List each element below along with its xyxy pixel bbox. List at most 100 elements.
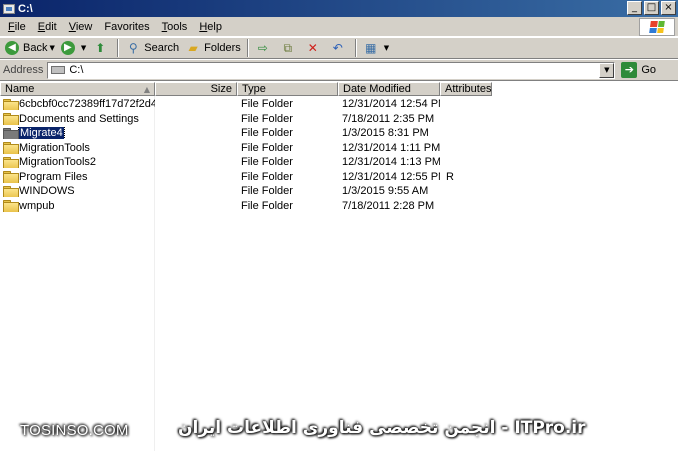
type-cell: File Folder <box>241 199 293 212</box>
search-icon: ⚲ <box>128 41 138 55</box>
column-header-size[interactable]: Size <box>155 82 237 96</box>
date-cell: 12/31/2014 12:55 PM <box>342 170 440 183</box>
menu-bar: File Edit View Favorites Tools Help <box>0 17 678 37</box>
menu-tools-label: ools <box>167 20 188 33</box>
address-dropdown-icon[interactable]: ▼ <box>599 62 615 78</box>
forward-icon: ▶ <box>60 41 75 55</box>
drive-icon <box>51 66 66 74</box>
column-header-name-label: Name <box>5 83 35 95</box>
column-header-date-modified[interactable]: Date Modified <box>338 82 440 96</box>
table-row[interactable]: wmpub File Folder 7/18/2011 2:28 PM <box>0 199 492 214</box>
table-row[interactable]: 6cbcbf0cc72389ff17d72f2d46 File Folder 1… <box>0 97 492 112</box>
views-icon: ▦ <box>365 41 377 55</box>
back-icon: ◀ <box>5 41 19 55</box>
watermark-tosinso: TOSINSO.COM <box>20 422 129 439</box>
folder-icon <box>3 156 19 169</box>
go-label: Go <box>641 64 657 76</box>
menu-favorites-label: Favorites <box>104 20 150 33</box>
name-cell: Program Files <box>0 171 155 183</box>
menu-help[interactable]: Help <box>193 21 228 33</box>
address-label: Address <box>3 64 44 76</box>
name-cell: MigrationTools <box>0 142 155 154</box>
type-cell: File Folder <box>241 170 293 183</box>
menu-file-accel: F <box>8 20 15 33</box>
go-button[interactable]: ➔ Go <box>621 62 656 78</box>
date-cell: 1/3/2015 9:55 AM <box>342 185 429 198</box>
file-name: 6cbcbf0cc72389ff17d72f2d46 <box>19 98 155 111</box>
file-list-view[interactable]: Name ▲ Size Type Date Modified Attribute… <box>0 80 678 451</box>
sort-ascending-icon: ▲ <box>143 85 150 94</box>
title-bar[interactable]: C:\ _ □ × <box>0 0 678 17</box>
undo-icon: ↶ <box>332 41 343 55</box>
views-dropdown-icon[interactable]: ▼ <box>384 44 389 52</box>
forward-button[interactable]: ▶ ▼ <box>58 38 89 58</box>
undo-button[interactable]: ↶ <box>327 38 352 58</box>
go-arrow-icon: ➔ <box>621 62 638 78</box>
toolbar-separator <box>117 39 120 57</box>
folder-icon <box>3 185 19 198</box>
date-cell: 12/31/2014 12:54 PM <box>342 98 440 111</box>
menu-help-label: elp <box>207 20 222 33</box>
move-to-button[interactable]: ⇨ <box>252 38 277 58</box>
table-row-selected[interactable]: Migrate4 File Folder 1/3/2015 8:31 PM <box>0 126 492 141</box>
up-button[interactable]: ⬆ <box>89 38 114 58</box>
back-dropdown-icon[interactable]: ▼ <box>49 44 54 52</box>
column-header-attributes[interactable]: Attributes <box>440 82 492 96</box>
windows-logo-icon <box>639 18 675 36</box>
back-button[interactable]: ◀ Back ▼ <box>2 38 58 58</box>
folder-icon <box>3 171 19 183</box>
file-name: Migrate4 <box>18 127 65 140</box>
menu-edit-label: dit <box>45 20 57 33</box>
file-name: WINDOWS <box>19 185 75 198</box>
window-title: C:\ <box>18 2 33 15</box>
copy-to-button[interactable]: ⧉ <box>277 38 302 58</box>
menu-favorites[interactable]: Favorites <box>98 21 155 33</box>
address-input[interactable]: C:\ ▼ <box>47 61 616 79</box>
name-cell: Migrate4 <box>0 127 155 140</box>
date-cell: 7/18/2011 2:28 PM <box>342 199 435 212</box>
date-cell: 12/31/2014 1:13 PM <box>342 156 440 169</box>
column-header-type[interactable]: Type <box>237 82 338 96</box>
delete-button[interactable]: ✕ <box>302 38 327 58</box>
file-rows: 6cbcbf0cc72389ff17d72f2d46 File Folder 1… <box>0 97 492 213</box>
column-header-name[interactable]: Name ▲ <box>0 82 155 96</box>
folder-icon <box>3 113 19 125</box>
menu-file[interactable]: File <box>2 21 32 33</box>
search-button[interactable]: ⚲ Search <box>122 38 182 58</box>
type-cell: File Folder <box>241 141 293 154</box>
table-row[interactable]: Documents and Settings File Folder 7/18/… <box>0 112 492 127</box>
window-controls: _ □ × <box>627 1 676 15</box>
type-cell: File Folder <box>241 112 293 125</box>
folders-button[interactable]: ▰ Folders <box>182 38 244 58</box>
minimize-button[interactable]: _ <box>627 1 642 15</box>
explorer-window-icon <box>3 3 15 14</box>
table-row[interactable]: MigrationTools File Folder 12/31/2014 1:… <box>0 141 492 156</box>
file-name: Documents and Settings <box>19 112 139 125</box>
menu-view[interactable]: View <box>63 21 99 33</box>
table-row[interactable]: Program Files File Folder 12/31/2014 12:… <box>0 170 492 185</box>
menu-tools[interactable]: Tools <box>156 21 194 33</box>
name-cell: 6cbcbf0cc72389ff17d72f2d46 <box>0 98 155 111</box>
table-row[interactable]: WINDOWS File Folder 1/3/2015 9:55 AM <box>0 184 492 199</box>
folders-icon: ▰ <box>188 41 198 55</box>
views-button[interactable]: ▦ ▼ <box>360 38 392 58</box>
attributes-cell: R <box>446 170 454 183</box>
maximize-button[interactable]: □ <box>644 1 659 15</box>
close-button[interactable]: × <box>661 1 676 15</box>
back-label: Back <box>23 42 48 54</box>
forward-dropdown-icon[interactable]: ▼ <box>81 44 86 52</box>
name-cell: MigrationTools2 <box>0 156 155 169</box>
file-name: wmpub <box>19 199 55 212</box>
type-cell: File Folder <box>241 98 293 111</box>
column-header-attributes-label: Attributes <box>445 83 492 95</box>
file-name: Program Files <box>19 170 88 183</box>
name-cell: WINDOWS <box>0 185 155 198</box>
menu-view-accel: V <box>68 20 76 33</box>
file-name: MigrationTools2 <box>19 156 97 169</box>
address-value: C:\ <box>69 64 84 76</box>
column-header-date-label: Date Modified <box>343 83 411 95</box>
folder-icon <box>3 200 19 212</box>
menu-edit[interactable]: Edit <box>32 21 63 33</box>
table-row[interactable]: MigrationTools2 File Folder 12/31/2014 1… <box>0 155 492 170</box>
folder-icon <box>3 142 19 154</box>
